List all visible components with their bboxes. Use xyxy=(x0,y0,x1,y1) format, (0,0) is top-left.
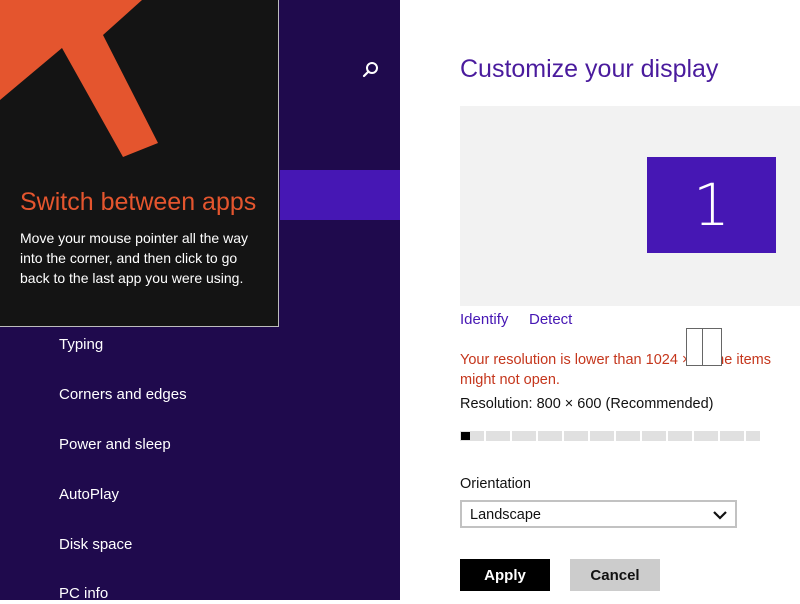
switch-apps-tip: Switch between apps Move your mouse poin… xyxy=(0,0,279,327)
tip-title: Switch between apps xyxy=(20,188,257,216)
resolution-slider[interactable] xyxy=(460,431,760,441)
monitor-label: 1 xyxy=(693,171,730,239)
sidebar-item-disk-space[interactable]: Disk space xyxy=(59,535,132,555)
sidebar-item-power-and-sleep[interactable]: Power and sleep xyxy=(59,435,171,455)
sidebar-item-label: AutoPlay xyxy=(59,486,120,503)
orientation-select[interactable]: Landscape xyxy=(460,500,737,528)
arrow-icon xyxy=(0,0,158,157)
monitor-1-tile[interactable]: 1 xyxy=(647,157,776,253)
orientation-label: Orientation xyxy=(460,476,531,492)
sidebar-item-corners-and-edges[interactable]: Corners and edges xyxy=(59,385,187,405)
orientation-value: Landscape xyxy=(470,507,541,523)
search-button[interactable] xyxy=(358,58,382,82)
tip-body: Move your mouse pointer all the way into… xyxy=(20,230,248,286)
sidebar-item-typing[interactable]: Typing xyxy=(59,335,103,355)
detect-link[interactable]: Detect xyxy=(529,311,572,328)
sidebar-item-label: Disk space xyxy=(59,536,133,553)
sidebar-item-label: Power and sleep xyxy=(59,436,171,453)
resolution-slider-thumb[interactable] xyxy=(461,432,470,440)
sidebar-item-pc-info[interactable]: PC info xyxy=(59,584,108,604)
warning-line-1: Your resolution is lower than 1024 × Som… xyxy=(460,352,771,368)
chevron-down-icon xyxy=(713,511,727,520)
sidebar-item-autoplay[interactable]: AutoPlay xyxy=(59,485,119,505)
text-cursor-icon xyxy=(686,328,722,366)
sidebar-item-label: Corners and edges xyxy=(59,386,187,403)
resolution-label: Resolution: 800 × 600 (Recommended) xyxy=(460,396,714,412)
identify-link[interactable]: Identify xyxy=(460,311,508,328)
page-title: Customize your display xyxy=(460,55,719,83)
warning-line-2: might not open. xyxy=(460,372,560,388)
resolution-warning: Your resolution is lower than 1024 × Som… xyxy=(460,350,800,390)
apply-button[interactable]: Apply xyxy=(460,559,550,591)
sidebar-item-selected[interactable] xyxy=(280,170,400,220)
sidebar-item-label: PC info xyxy=(59,585,109,602)
search-icon xyxy=(362,62,378,78)
sidebar-item-label: Typing xyxy=(59,336,104,353)
cancel-button[interactable]: Cancel xyxy=(570,559,660,591)
